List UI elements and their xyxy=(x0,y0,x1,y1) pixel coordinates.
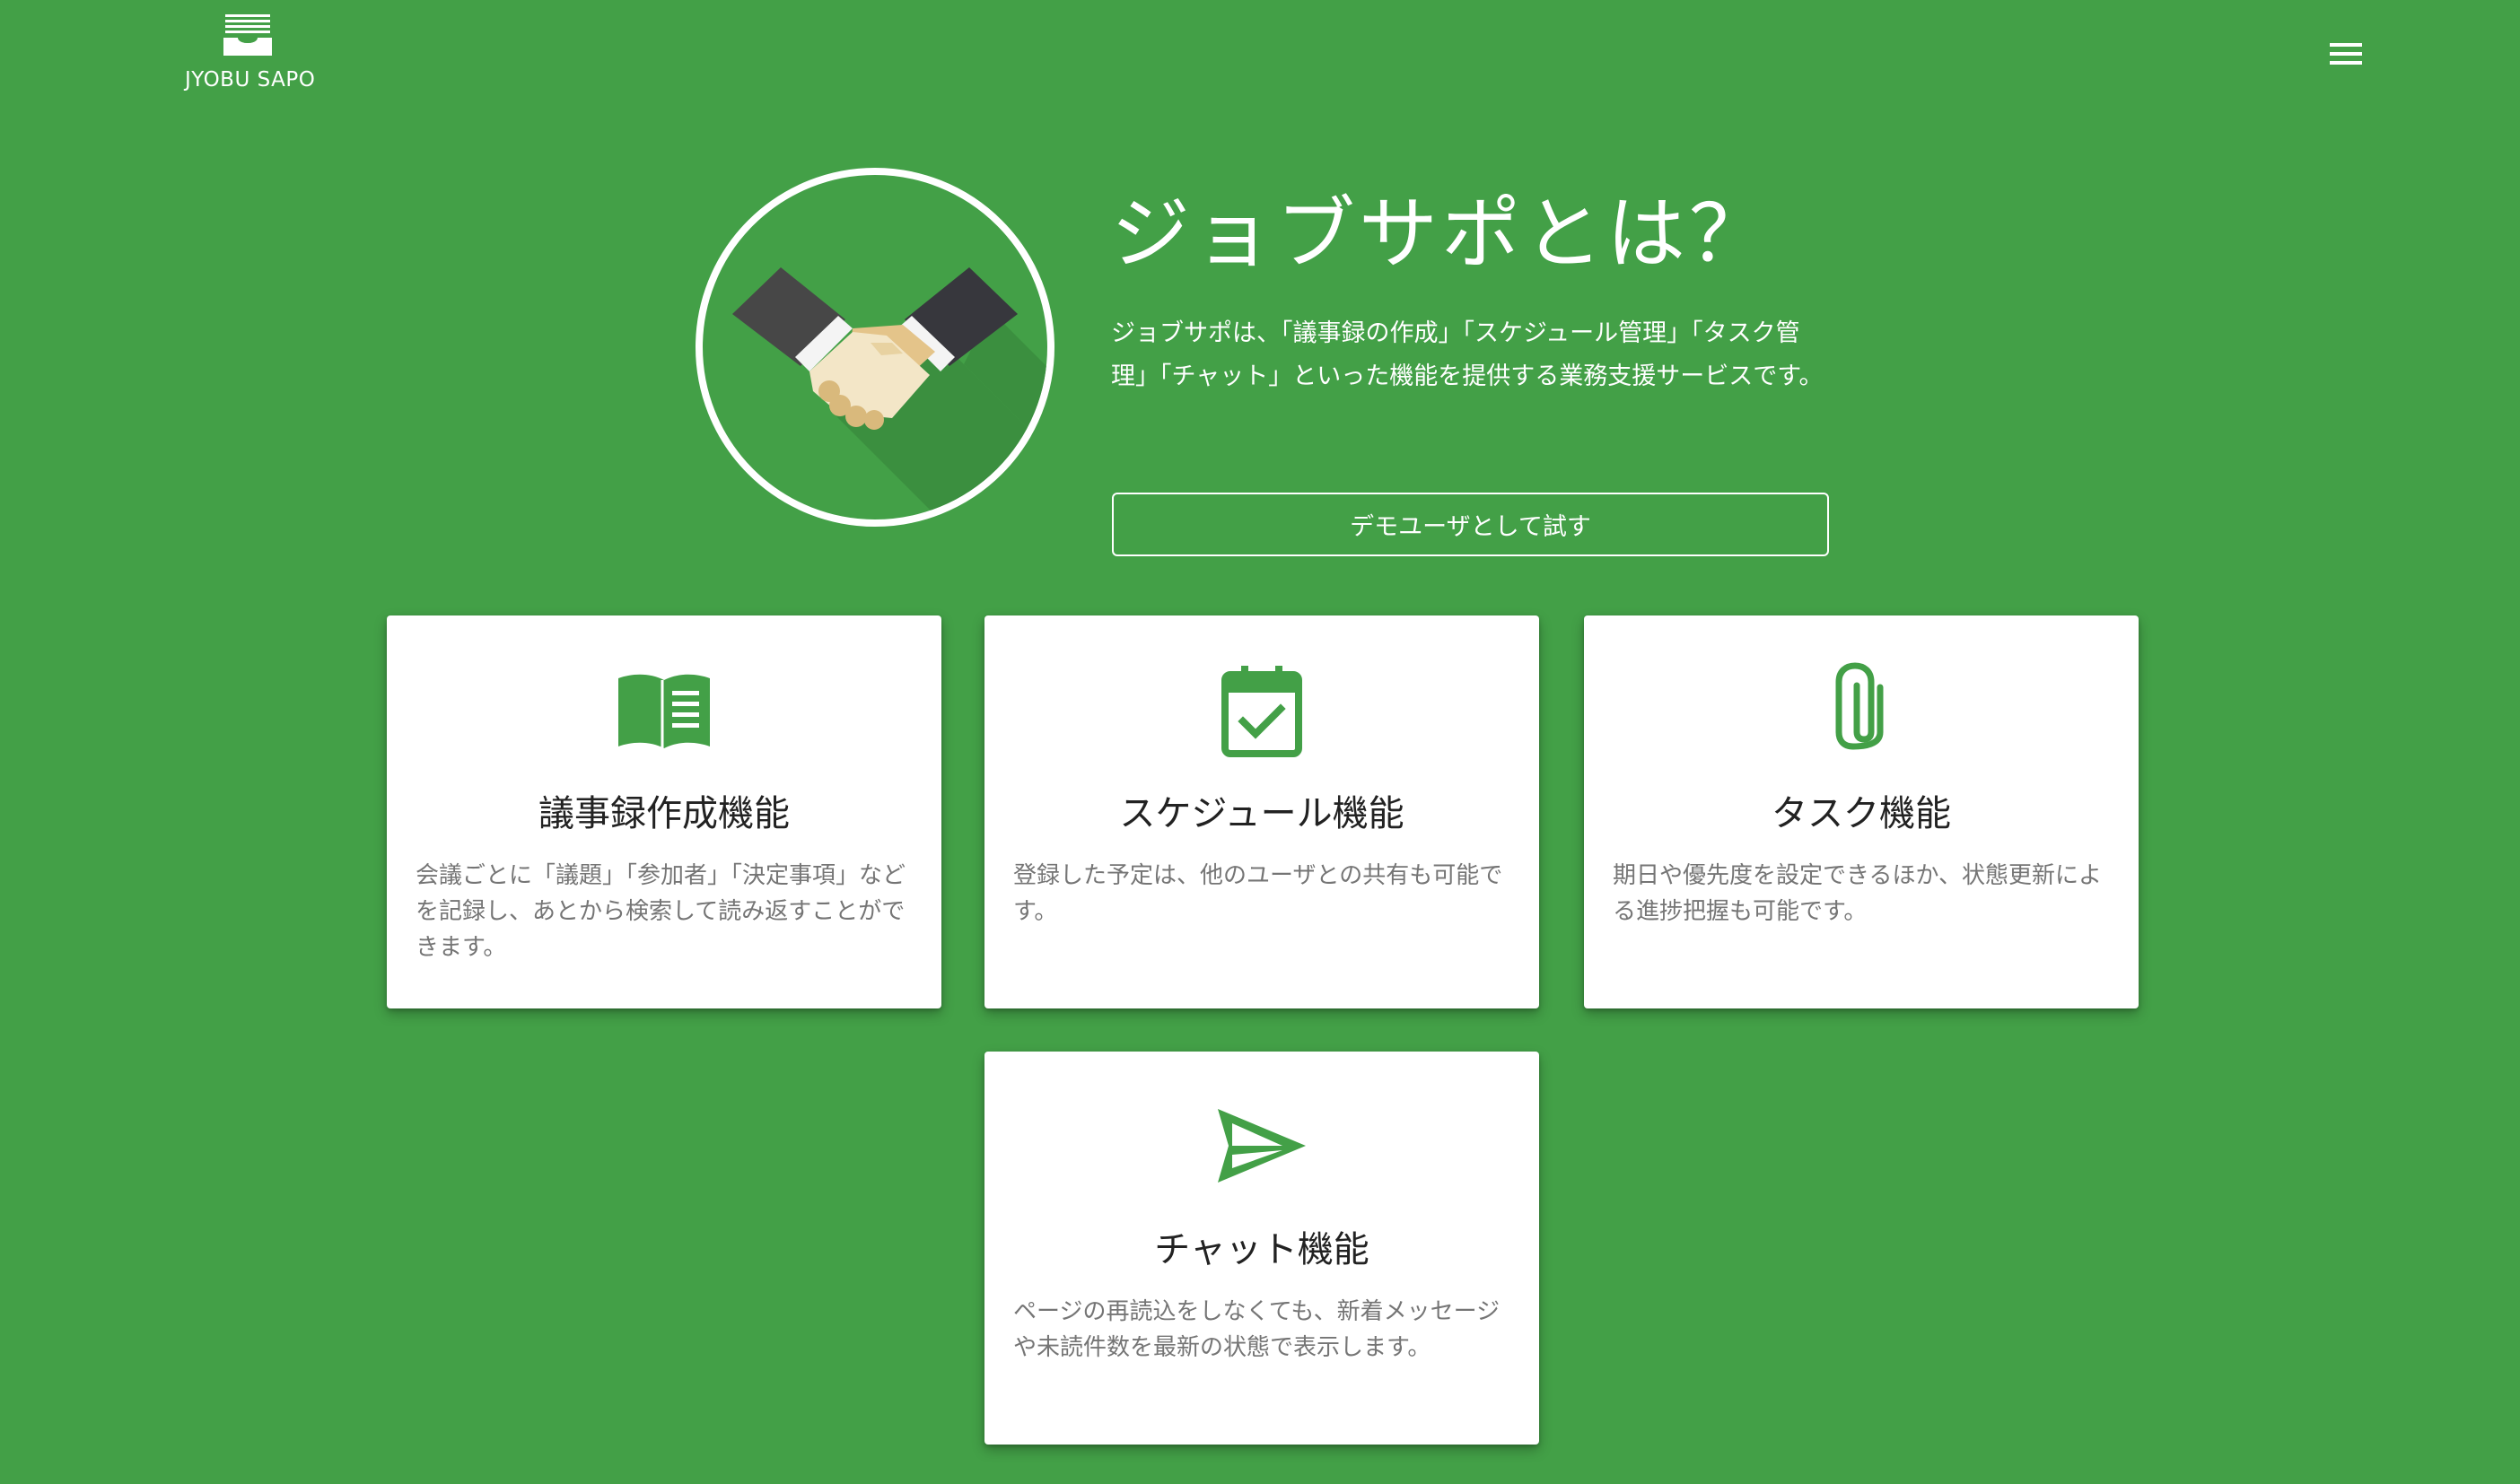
card-title: チャット機能 xyxy=(1154,1229,1369,1270)
card-description: ページの再読込をしなくても、新着メッセージや未読件数を最新の状態で表示します。 xyxy=(1013,1298,1501,1361)
card-description: 期日や優先度を設定できるほか、状態更新による進捗把握も可能です。 xyxy=(1613,862,2102,925)
card-description: 登録した予定は、他のユーザとの共有も可能です。 xyxy=(1013,862,1503,925)
page-title: ジョブサポとは？ xyxy=(1111,188,1772,280)
feature-card-schedule: スケジュール機能 登録した予定は、他のユーザとの共有も可能です。 xyxy=(984,615,1539,1008)
hero-description: ジョブサポは、「議事録の作成」「スケジュール管理」「タスク管理」「チャット」とい… xyxy=(1111,319,1824,390)
card-title: スケジュール機能 xyxy=(1119,793,1404,834)
handshake-icon xyxy=(696,168,1054,527)
inbox-tray-icon xyxy=(223,14,272,56)
try-demo-button[interactable]: デモユーザとして試す xyxy=(1112,493,1829,556)
brand-logo[interactable]: JYOBU SAPO xyxy=(185,13,316,92)
feature-card-task: タスク機能 期日や優先度を設定できるほか、状態更新による進捗把握も可能です。 xyxy=(1584,615,2139,1008)
paperclip-icon xyxy=(1835,662,1884,750)
brand-name: JYOBU SAPO xyxy=(185,68,316,92)
card-title: 議事録作成機能 xyxy=(538,793,790,834)
card-title: タスク機能 xyxy=(1772,793,1951,834)
hamburger-menu-icon xyxy=(2330,43,2362,65)
calendar-check-icon xyxy=(1221,666,1302,757)
menu-button[interactable] xyxy=(2324,38,2367,70)
card-description: 会議ごとに「議題」「参加者」「決定事項」などを記録し、あとから検索して読み返すこ… xyxy=(416,862,906,961)
feature-card-chat: チャット機能 ページの再読込をしなくても、新着メッセージや未読件数を最新の状態で… xyxy=(984,1052,1539,1445)
feature-card-minutes: 議事録作成機能 会議ごとに「議題」「参加者」「決定事項」などを記録し、あとから検… xyxy=(387,615,941,1008)
open-book-icon xyxy=(618,674,710,748)
send-icon xyxy=(1218,1109,1306,1183)
